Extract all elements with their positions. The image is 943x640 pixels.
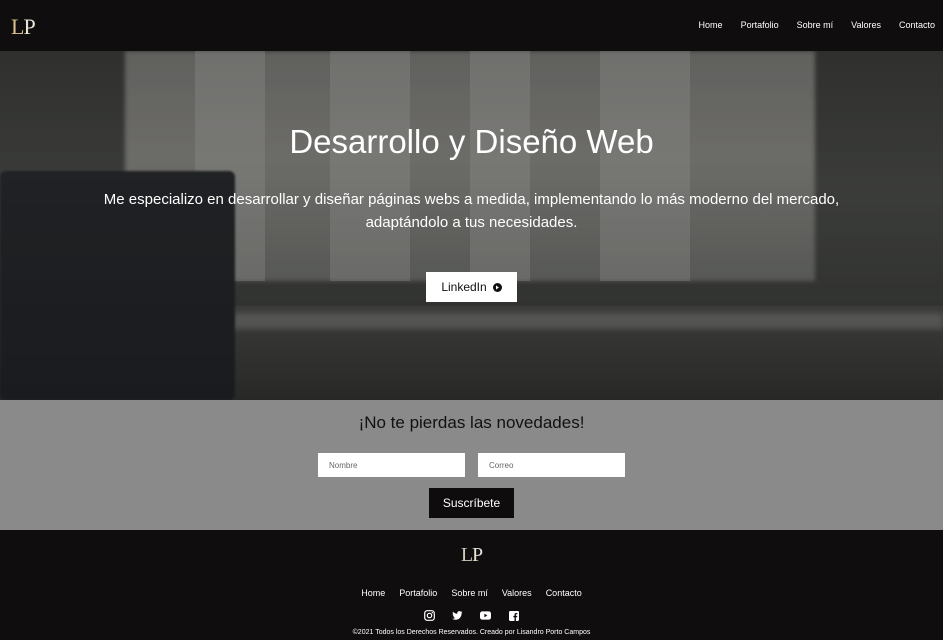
hero-title: Desarrollo y Diseño Web xyxy=(289,123,654,160)
copyright-text: ©2021 Todos los Derechos Reservados. Cre… xyxy=(352,629,591,636)
site-logo[interactable]: LP xyxy=(11,14,36,40)
nav-home[interactable]: Home xyxy=(699,20,723,30)
linkedin-button-label: LinkedIn xyxy=(441,280,487,294)
social-links xyxy=(0,610,943,621)
email-field[interactable] xyxy=(478,453,625,477)
footer-nav-sobre-mi[interactable]: Sobre mí xyxy=(451,588,488,598)
subscribe-button[interactable]: Suscríbete xyxy=(429,488,514,518)
linkedin-button[interactable]: LinkedIn xyxy=(426,272,517,302)
instagram-icon[interactable] xyxy=(424,610,435,621)
footer-logo[interactable]: LP xyxy=(0,544,943,567)
newsletter-title: ¡No te pierdas las novedades! xyxy=(358,413,585,432)
footer-nav-valores[interactable]: Valores xyxy=(502,588,532,598)
nav-portafolio[interactable]: Portafolio xyxy=(741,20,779,30)
footer-nav: Home Portafolio Sobre mí Valores Contact… xyxy=(0,588,943,598)
twitter-icon[interactable] xyxy=(452,610,463,621)
footer-logo-letter-l: L xyxy=(460,544,473,566)
arrow-right-circle-icon xyxy=(492,282,502,292)
nav-valores[interactable]: Valores xyxy=(851,20,881,30)
hero-section: Desarrollo y Diseño Web Me especializo e… xyxy=(0,51,943,400)
logo-letter-p: P xyxy=(23,14,35,39)
name-field[interactable] xyxy=(318,453,465,477)
page: LP Home Portafolio Sobre mí Valores Cont… xyxy=(0,0,943,640)
facebook-icon[interactable] xyxy=(508,610,519,621)
nav-sobre-mi[interactable]: Sobre mí xyxy=(797,20,834,30)
youtube-icon[interactable] xyxy=(480,610,491,621)
footer-logo-letter-p: P xyxy=(472,544,483,566)
footer-nav-contacto[interactable]: Contacto xyxy=(546,588,582,598)
newsletter-section: ¡No te pierdas las novedades! Suscríbete xyxy=(0,400,943,530)
main-nav: Home Portafolio Sobre mí Valores Contact… xyxy=(681,20,935,30)
footer-nav-portafolio[interactable]: Portafolio xyxy=(399,588,437,598)
footer-nav-home[interactable]: Home xyxy=(361,588,385,598)
site-footer: LP Home Portafolio Sobre mí Valores Cont… xyxy=(0,530,943,640)
nav-contacto[interactable]: Contacto xyxy=(899,20,935,30)
site-header: LP Home Portafolio Sobre mí Valores Cont… xyxy=(0,0,943,51)
logo-letter-l: L xyxy=(11,14,24,39)
hero-description: Me especializo en desarrollar y diseñar … xyxy=(103,191,840,231)
